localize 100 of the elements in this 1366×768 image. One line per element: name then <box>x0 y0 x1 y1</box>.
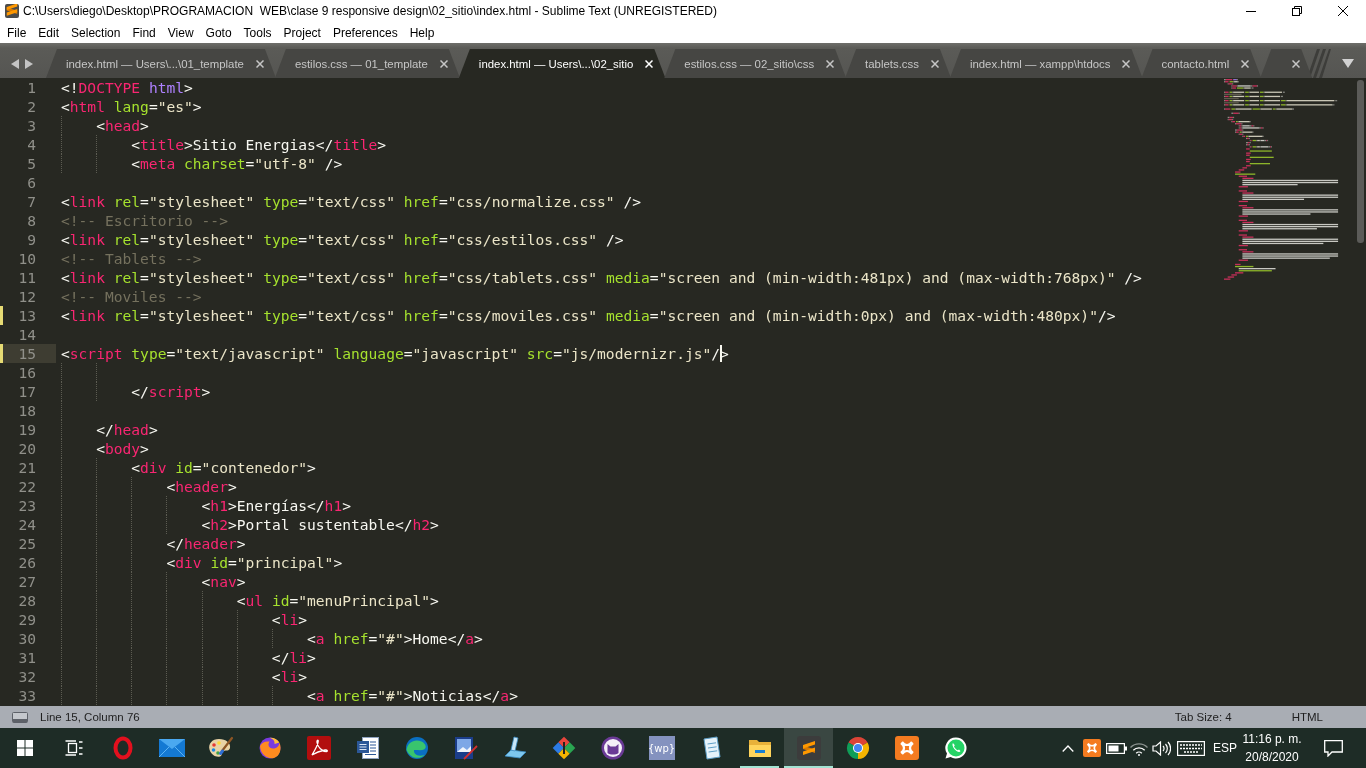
line-number: 18 <box>18 401 36 420</box>
clock-date[interactable]: 20/8/2020 <box>1245 748 1299 766</box>
line-number: 5 <box>27 154 36 173</box>
diamond-icon[interactable] <box>551 736 576 760</box>
tab[interactable]: index.html — xampp\htdocs <box>949 49 1143 78</box>
document-icon[interactable] <box>355 736 380 760</box>
tab[interactable]: tablets.css <box>845 49 951 78</box>
menu-item[interactable]: Help <box>403 23 441 42</box>
code-line: <!-- Escritorio --> <box>61 211 228 230</box>
window-title: C:\Users\diego\Desktop\PROGRAMACION WEB\clase 9 responsive design\02_sitio\index.html - Sublime Text (UNREGISTERED) <box>23 4 718 18</box>
code-line: <link rel="stylesheet" type="text/css" href="css/moviles.css" media="screen and (min-width:0px) and (max-width:480px)"/> <box>61 306 1116 325</box>
line-number: 25 <box>18 534 36 553</box>
code-line: <link rel="stylesheet" type="text/css" href="css/tablets.css" media="screen and (min-width:481px) and (max-width:768px)" /> <box>61 268 1142 287</box>
stacked-tabs-icon <box>1307 49 1332 78</box>
language-button[interactable]: ESP <box>1209 728 1241 768</box>
menu-item[interactable]: View <box>161 23 200 42</box>
flame-globe-icon[interactable] <box>257 736 282 760</box>
line-number: 7 <box>27 192 36 211</box>
wifi-icon[interactable] <box>1129 740 1149 756</box>
menu-item[interactable]: Find <box>126 23 162 42</box>
right-arrow-icon[interactable] <box>25 59 33 69</box>
scanner-icon[interactable] <box>502 736 527 760</box>
knot-tile-icon[interactable] <box>1083 739 1101 757</box>
clock-time[interactable]: 11:16 p. m. <box>1242 730 1302 748</box>
code-line: <h2>Portal sustentable</h2> <box>201 515 439 534</box>
line-number: 11 <box>18 268 36 287</box>
close-icon[interactable] <box>1338 6 1348 16</box>
line-number: 33 <box>18 686 36 705</box>
chevron-up-icon[interactable] <box>1062 744 1074 752</box>
menu-item[interactable]: File <box>1 23 33 42</box>
dropdown-icon[interactable] <box>1342 59 1354 68</box>
stripe-logo-icon[interactable] <box>796 736 821 760</box>
scrollbar-thumb[interactable] <box>1356 80 1364 243</box>
line-number: 6 <box>27 173 36 192</box>
code-line: <link rel="stylesheet" type="text/css" href="css/normalize.css" /> <box>61 192 642 211</box>
cat-face-icon[interactable] <box>600 736 625 760</box>
line-number: 9 <box>27 230 36 249</box>
menu-item[interactable]: Goto <box>199 23 238 42</box>
line-number: 4 <box>27 135 36 154</box>
menu-item[interactable]: Selection <box>65 23 127 42</box>
restore-icon[interactable] <box>1292 6 1302 16</box>
line-number: 19 <box>18 420 36 439</box>
tab[interactable] <box>1260 49 1313 78</box>
tab[interactable]: index.html — Users\...\01_template <box>46 49 276 78</box>
taskbar-button[interactable] <box>784 728 833 768</box>
code-line: <!-- Moviles --> <box>61 287 202 306</box>
tab[interactable]: estilos.css — 01_template <box>274 49 460 78</box>
left-arrow-icon[interactable] <box>11 59 19 69</box>
wave-circle-icon[interactable] <box>404 736 429 760</box>
line-number: 29 <box>18 610 36 629</box>
start-icon[interactable] <box>16 740 33 756</box>
menu-item[interactable]: Preferences <box>326 23 404 42</box>
cursor-position: Line 15, Column 76 <box>40 711 140 723</box>
battery-icon[interactable] <box>1105 742 1127 754</box>
tab[interactable]: estilos.css — 02_sitio\css <box>664 49 847 78</box>
chat-bubble-icon[interactable] <box>943 736 968 760</box>
knot-tile-icon[interactable] <box>894 736 919 760</box>
code-line: <a href="#">Home</a> <box>307 629 483 648</box>
line-number: 12 <box>18 287 36 306</box>
line-number: 13 <box>18 306 36 325</box>
code-line: <body> <box>96 439 149 458</box>
segmented-circle-icon[interactable] <box>845 736 870 760</box>
pdf-icon[interactable] <box>306 736 331 760</box>
line-number: 28 <box>18 591 36 610</box>
envelope-icon[interactable] <box>158 739 185 757</box>
keyboard-icon[interactable] <box>1176 740 1205 756</box>
line-number: 2 <box>27 97 36 116</box>
code-line: <li> <box>271 667 307 686</box>
folder-icon[interactable] <box>747 737 772 759</box>
tab[interactable]: contacto.html <box>1141 49 1262 78</box>
line-number: 26 <box>18 553 36 572</box>
code-line: <head> <box>96 116 149 135</box>
syntax-button[interactable]: HTML <box>1291 711 1323 723</box>
task-view-icon[interactable] <box>64 740 83 756</box>
code-line: <a href="#">Noticias</a> <box>307 686 518 705</box>
tab[interactable]: index.html — Users\...\02_sitio <box>458 49 666 78</box>
code-line: <link rel="stylesheet" type="text/css" href="css/estilos.css" /> <box>61 230 624 249</box>
code-line: </li> <box>271 648 316 667</box>
code-line: <!DOCTYPE html> <box>61 78 193 97</box>
palette-icon[interactable] <box>207 736 234 760</box>
app-logo-icon <box>5 4 19 18</box>
line-number: 24 <box>18 515 36 534</box>
speaker-icon[interactable] <box>1151 740 1171 756</box>
menu-item[interactable]: Edit <box>32 23 66 42</box>
ring-icon[interactable] <box>112 736 133 760</box>
tab-size-button[interactable]: Tab Size: 4 <box>1174 711 1232 723</box>
menu-item[interactable]: Project <box>277 23 327 42</box>
menu-item[interactable]: Tools <box>237 23 278 42</box>
minimize-icon[interactable] <box>1246 10 1256 12</box>
line-number: 20 <box>18 439 36 458</box>
code-line: <meta charset="utf-8" /> <box>131 154 343 173</box>
line-number: 23 <box>18 496 36 515</box>
line-number: 16 <box>18 363 36 382</box>
panel-icon[interactable] <box>12 711 28 723</box>
code-line: </script> <box>131 382 211 401</box>
code-line: <html lang="es"> <box>61 97 202 116</box>
screen-pen-icon[interactable] <box>453 736 478 760</box>
line-number: 22 <box>18 477 36 496</box>
code-line: <title>Sitio Energias</title> <box>131 135 387 154</box>
notification-icon[interactable] <box>1323 739 1343 757</box>
